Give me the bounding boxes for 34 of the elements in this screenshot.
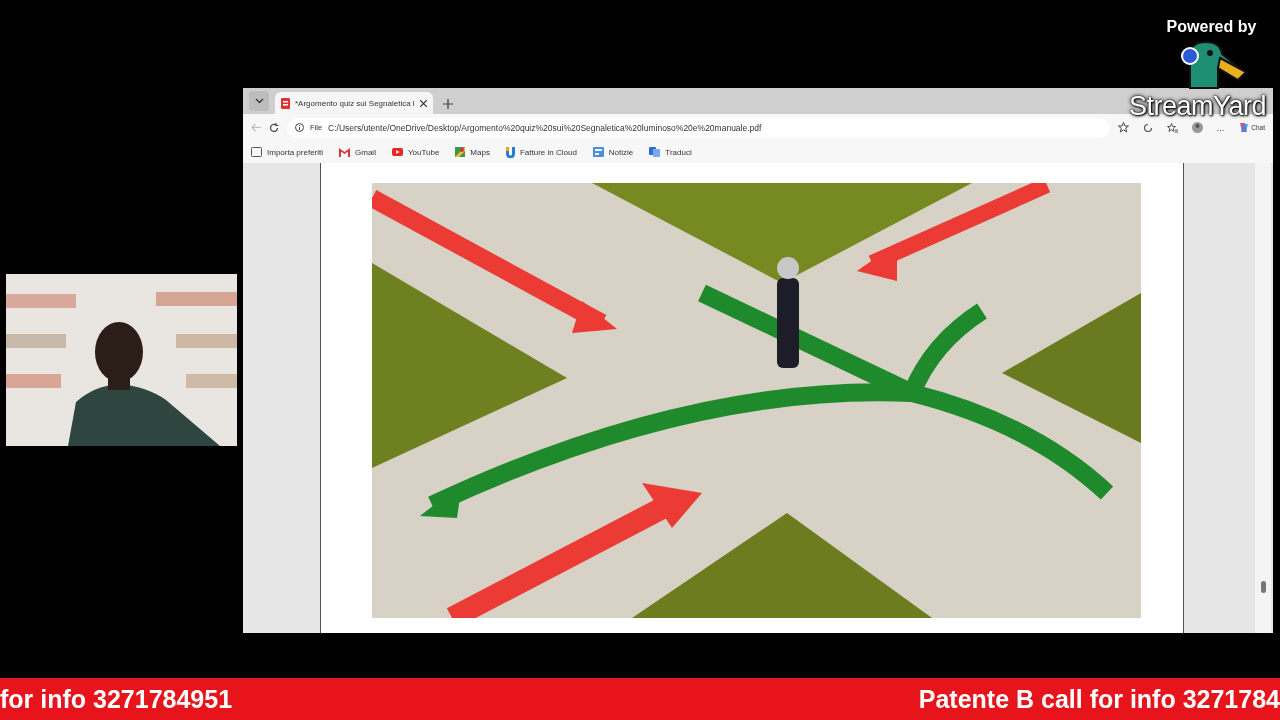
close-icon[interactable] — [419, 99, 427, 107]
pdf-icon — [281, 97, 290, 109]
ticker-text: for info 3271784951 — [0, 684, 233, 714]
ticker-text: Patente B call for info 3271784 — [918, 684, 1280, 714]
tab-list-button[interactable] — [249, 91, 269, 111]
browser-tab[interactable]: *Argomento quiz sui Segnaletica l — [275, 92, 433, 114]
profile-icon[interactable] — [1191, 122, 1203, 133]
brand-logo-text: StreamYard — [1128, 92, 1267, 120]
chat-app-icon — [1238, 122, 1250, 133]
news-icon — [592, 147, 604, 157]
url-text: C:/Users/utente/OneDrive/Desktop/Argomento%20quiz%20sui%20Segnaletica%20luminoso%20e%20manuale.pdf — [328, 122, 762, 133]
powered-by-text: Powered by — [1166, 18, 1257, 36]
mail-icon — [339, 147, 351, 157]
scrollbar[interactable] — [1255, 163, 1271, 633]
star-icon[interactable] — [1117, 122, 1129, 133]
more-button[interactable]: ... — [1216, 122, 1225, 133]
video-icon — [391, 148, 403, 156]
info-icon — [295, 123, 304, 132]
sync-icon[interactable] — [1142, 122, 1153, 133]
bookmark[interactable]: Importa preferiti — [251, 147, 324, 157]
refresh-icon[interactable] — [269, 122, 279, 133]
cloud-app-icon — [505, 146, 515, 158]
bookmark[interactable]: Maps — [455, 147, 490, 157]
bookmark[interactable]: Fatture in Cloud — [505, 146, 577, 158]
bookmark[interactable]: Gmail — [339, 147, 376, 157]
bookmark[interactable]: YouTube — [391, 147, 440, 157]
new-tab-icon[interactable] — [442, 99, 453, 109]
favorites-icon[interactable] — [1166, 122, 1178, 133]
map-icon — [455, 147, 466, 157]
bookmark[interactable]: Traduci — [649, 147, 692, 157]
folder-icon — [251, 147, 262, 157]
chevron-down-icon — [254, 98, 264, 104]
translate-icon — [649, 147, 661, 157]
bookmark[interactable]: Notizie — [592, 147, 634, 157]
